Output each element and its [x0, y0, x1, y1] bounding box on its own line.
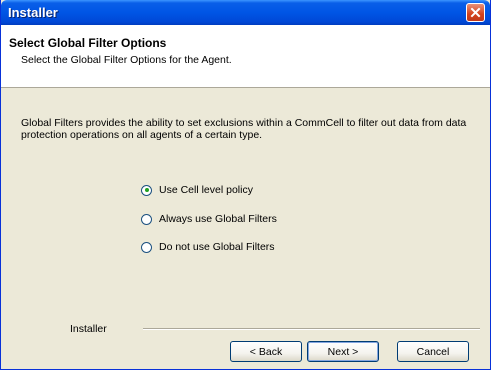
radio-button[interactable]	[141, 241, 152, 253]
description-text: Global Filters provides the ability to s…	[21, 117, 467, 141]
option-label: Use Cell level policy	[159, 184, 253, 196]
footer-divider	[143, 328, 480, 330]
option-do-not-use-global-filters[interactable]: Do not use Global Filters	[141, 240, 275, 254]
page-subtitle: Select the Global Filter Options for the…	[21, 54, 232, 66]
next-button[interactable]: Next >	[307, 341, 379, 362]
title-bar[interactable]: Installer	[1, 0, 490, 25]
window-title: Installer	[8, 5, 58, 20]
installer-window: Installer Select Global Filter Options S…	[0, 0, 491, 370]
header-panel: Select Global Filter Options Select the …	[1, 25, 490, 88]
back-button[interactable]: < Back	[230, 341, 302, 362]
cancel-button[interactable]: Cancel	[397, 341, 469, 362]
option-always-use-global-filters[interactable]: Always use Global Filters	[141, 212, 277, 226]
page-title: Select Global Filter Options	[9, 36, 167, 50]
close-icon	[470, 7, 481, 18]
radio-button[interactable]	[141, 213, 152, 225]
close-button[interactable]	[466, 3, 485, 22]
radio-button[interactable]	[141, 184, 152, 196]
footer-label: Installer	[70, 323, 107, 335]
option-label: Do not use Global Filters	[159, 241, 275, 253]
option-use-cell-level-policy[interactable]: Use Cell level policy	[141, 183, 253, 197]
option-label: Always use Global Filters	[159, 213, 277, 225]
